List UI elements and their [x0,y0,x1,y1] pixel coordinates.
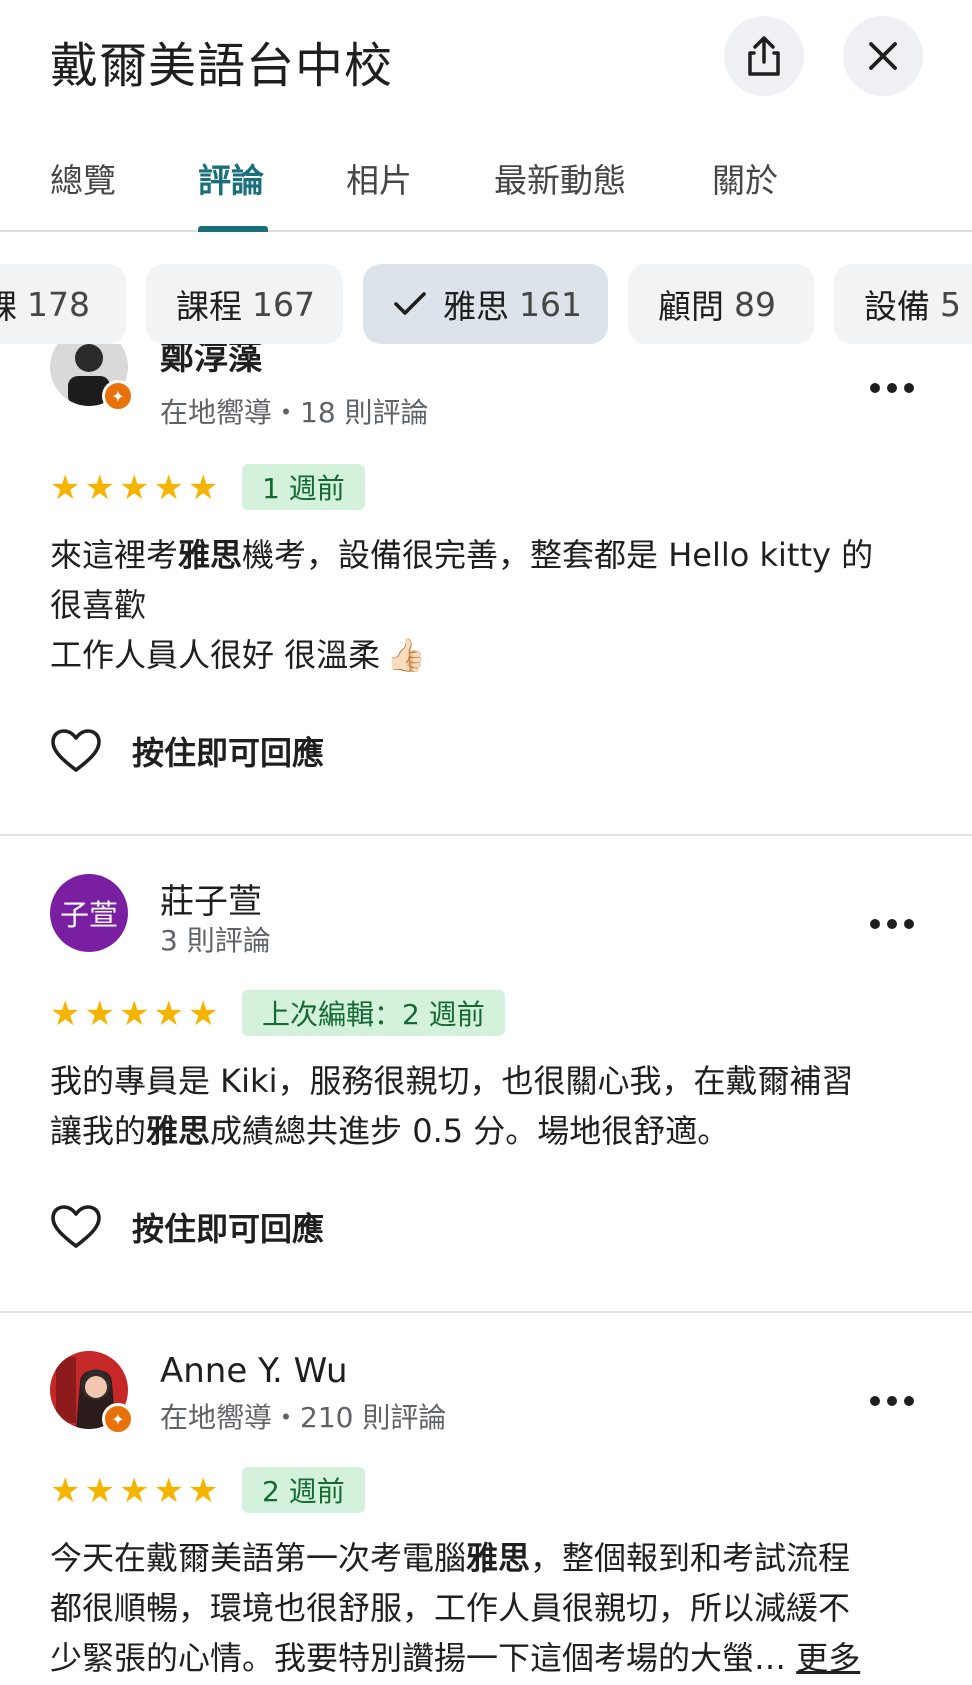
chip-count: 89 [734,284,776,324]
reviewer-meta: 3 則評論 [160,924,271,957]
check-icon [393,291,427,317]
thumbs-up-emoji-icon: 👍🏻 [386,636,427,674]
review-line-3: 少緊張的心情。我要特別讚揚一下這個考場的大螢… 更多 [50,1639,861,1677]
chip-label: 課程 [176,287,242,326]
chip-label: 顧問 [658,287,724,326]
react-button[interactable]: 按住即可回應 [50,728,324,774]
review-line-3: 工作人員人很好 很溫柔 👍🏻 [50,636,427,674]
review-text: 今天在戴爾美語第一次考電腦雅思，整個報到和考試流程 都很順暢，環境也很舒服，工作… [50,1533,930,1683]
local-guide-badge-icon: ✦ [102,380,134,412]
chip-label: 課 [0,287,17,326]
star-icon: ★ [187,994,219,1034]
review-card: ✦ 鄭淳藻 在地嚮導・18 則評論 ★ ★ ★ ★ ★ 1 週前 來這裡考雅思機… [0,344,972,834]
star-icon: ★ [84,468,115,508]
reviewer-name[interactable]: Anne Y. Wu [160,1351,348,1391]
chip-label: 設備 [864,287,930,326]
star-icon: ★ [153,1471,184,1511]
reviewer-name[interactable]: 鄭淳藻 [160,344,262,379]
heart-icon [51,1205,101,1248]
star-rating: ★ ★ ★ ★ ★ [50,1471,218,1511]
review-line-1: 我的專員是 Kiki，服務很親切，也很關心我，在戴爾補習 [50,1062,854,1100]
reviewer-meta: 在地嚮導・210 則評論 [160,1401,447,1434]
star-icon: ★ [153,468,184,508]
tab-photos[interactable]: 相片 [346,154,412,202]
star-icon: ★ [118,468,150,508]
reviewer-avatar[interactable]: ✦ [50,344,134,412]
share-button[interactable] [724,16,804,96]
review-line-2: 都很順暢，環境也很舒服，工作人員很親切，所以減緩不 [50,1589,851,1627]
review-line-1: 今天在戴爾美語第一次考電腦雅思，整個報到和考試流程 [50,1539,851,1577]
chip-courses[interactable]: 課程 167 [146,264,343,344]
star-icon: ★ [50,1471,81,1511]
avatar-initials: 子萱 [50,874,128,952]
review-more-options-icon[interactable] [870,378,914,398]
share-icon [748,36,780,76]
chip-count: 178 [27,284,90,324]
react-label: 按住即可回應 [132,1210,325,1248]
active-tab-indicator [198,226,268,232]
tab-bar: 總覽 評論 相片 最新動態 關於 [0,140,972,232]
star-icon: ★ [187,468,219,508]
close-icon [869,42,897,70]
star-icon: ★ [118,1471,150,1511]
review-card: 子萱 莊子萱 3 則評論 ★ ★ ★ ★ ★ 上次編輯：2 週前 我的專員是 K… [0,836,972,1310]
review-line-2: 讓我的雅思成績總共進步 0.5 分。場地很舒適。 [50,1112,730,1150]
review-time-badge: 2 週前 [242,1467,365,1513]
star-rating: ★ ★ ★ ★ ★ [50,994,218,1034]
tab-overview[interactable]: 總覽 [50,154,116,202]
chip-topic-1[interactable]: 課 178 [0,264,126,344]
chip-label: 雅思 [443,287,509,326]
reviewer-avatar[interactable]: ✦ [50,1351,134,1435]
place-title: 戴爾美語台中校 [50,38,394,94]
tab-about[interactable]: 關於 [712,154,778,202]
review-card: ✦ Anne Y. Wu 在地嚮導・210 則評論 ★ ★ ★ ★ ★ 2 週前… [0,1313,972,1685]
read-more-link[interactable]: 更多 [796,1639,860,1677]
chip-equipment[interactable]: 設備 5 [834,264,972,344]
star-icon: ★ [118,994,150,1034]
reviewer-name[interactable]: 莊子萱 [160,874,262,923]
tab-updates[interactable]: 最新動態 [494,154,626,202]
review-line-2: 很喜歡 [50,586,147,624]
review-text: 我的專員是 Kiki，服務很親切，也很關心我，在戴爾補習 讓我的雅思成績總共進步… [50,1056,930,1156]
star-icon: ★ [187,1471,219,1511]
star-icon: ★ [153,994,184,1034]
review-text: 來這裡考雅思機考，設備很完善，整套都是 Hello kitty 的 很喜歡 工作… [50,530,930,680]
heart-icon [51,729,101,772]
react-label: 按住即可回應 [132,734,325,772]
star-icon: ★ [84,1471,115,1511]
close-button[interactable] [843,16,923,96]
review-more-options-icon[interactable] [870,914,914,934]
review-more-options-icon[interactable] [870,1391,914,1411]
reviewer-meta: 在地嚮導・18 則評論 [160,396,429,429]
review-line-1: 來這裡考雅思機考，設備很完善，整套都是 Hello kitty 的 [50,536,874,574]
review-time-badge: 上次編輯：2 週前 [242,990,505,1036]
star-icon: ★ [84,994,115,1034]
star-icon: ★ [50,994,81,1034]
review-topic-chips: 課 178 課程 167 雅思 161 顧問 89 設備 5 [0,264,972,344]
react-button[interactable]: 按住即可回應 [50,1204,324,1250]
chip-ielts[interactable]: 雅思 161 [363,264,608,344]
tab-reviews[interactable]: 評論 [198,154,264,202]
star-rating: ★ ★ ★ ★ ★ [50,468,218,508]
chip-consultant[interactable]: 顧問 89 [628,264,814,344]
chip-count: 167 [252,284,315,324]
star-icon: ★ [50,468,81,508]
review-time-badge: 1 週前 [242,464,365,510]
reviewer-avatar[interactable]: 子萱 [50,874,128,952]
chip-count: 161 [519,284,582,324]
local-guide-badge-icon: ✦ [102,1403,134,1435]
chip-count: 5 [940,284,961,324]
